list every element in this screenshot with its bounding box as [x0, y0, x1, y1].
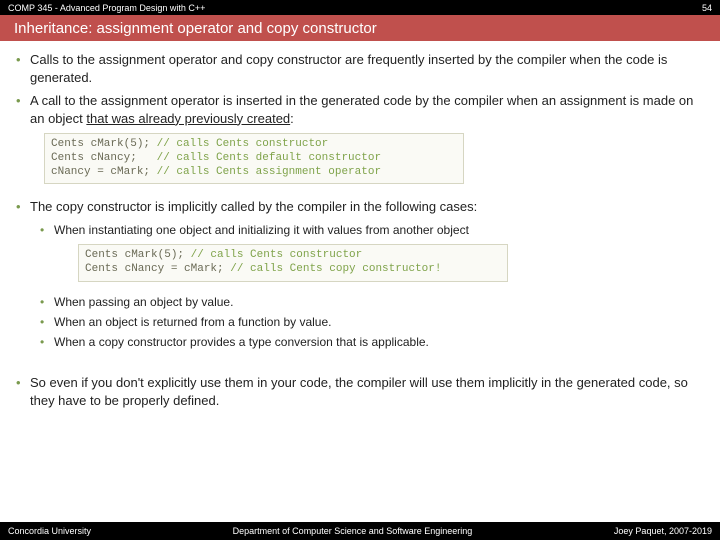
bullet-3: The copy constructor is implicitly calle… — [16, 198, 704, 350]
code-block-1: Cents cMark(5); // calls Cents construct… — [44, 133, 464, 184]
course-label: COMP 345 - Advanced Program Design with … — [8, 3, 205, 13]
code2-line1: Cents cMark(5); // calls Cents construct… — [85, 249, 501, 263]
sub-1: When instantiating one object and initia… — [40, 222, 704, 290]
bullet-list-2: So even if you don't explicitly use them… — [16, 374, 704, 409]
sub-3-text: When an object is returned from a functi… — [54, 315, 331, 329]
slide: COMP 345 - Advanced Program Design with … — [0, 0, 720, 540]
sub-2: When passing an object by value. — [40, 294, 704, 310]
title-bar: Inheritance: assignment operator and cop… — [0, 15, 720, 41]
code-block-2: Cents cMark(5); // calls Cents construct… — [78, 244, 508, 282]
code1-line3: cNancy = cMark; // calls Cents assignmen… — [51, 166, 457, 180]
bullet-2-text-c: : — [290, 111, 294, 126]
bullet-1-text: Calls to the assignment operator and cop… — [30, 52, 667, 85]
bullet-3-text: The copy constructor is implicitly calle… — [30, 199, 477, 214]
sub-4-text: When a copy constructor provides a type … — [54, 335, 429, 349]
slide-title: Inheritance: assignment operator and cop… — [14, 20, 377, 37]
code2-line2: Cents cNancy = cMark; // calls Cents cop… — [85, 263, 501, 277]
code1-line1: Cents cMark(5); // calls Cents construct… — [51, 138, 457, 152]
bullet-4: So even if you don't explicitly use them… — [16, 374, 704, 409]
footer-left: Concordia University — [8, 526, 91, 536]
top-bar: COMP 345 - Advanced Program Design with … — [0, 0, 720, 15]
bullet-2-underline: that was already previously created — [86, 111, 290, 126]
sub-2-text: When passing an object by value. — [54, 295, 233, 309]
page-number: 54 — [702, 3, 712, 13]
footer-mid: Department of Computer Science and Softw… — [91, 526, 614, 536]
bullet-list: Calls to the assignment operator and cop… — [16, 51, 704, 350]
bullet-2: A call to the assignment operator is ins… — [16, 92, 704, 192]
footer-right: Joey Paquet, 2007-2019 — [614, 526, 712, 536]
sub-list: When instantiating one object and initia… — [40, 222, 704, 350]
content-area: Calls to the assignment operator and cop… — [0, 41, 720, 522]
sub-1-text: When instantiating one object and initia… — [54, 223, 469, 237]
sub-3: When an object is returned from a functi… — [40, 314, 704, 330]
bullet-1: Calls to the assignment operator and cop… — [16, 51, 704, 86]
footer-bar: Concordia University Department of Compu… — [0, 522, 720, 540]
spacer — [16, 356, 704, 374]
code1-line2: Cents cNancy; // calls Cents default con… — [51, 152, 457, 166]
bullet-4-text: So even if you don't explicitly use them… — [30, 375, 688, 408]
sub-4: When a copy constructor provides a type … — [40, 334, 704, 350]
